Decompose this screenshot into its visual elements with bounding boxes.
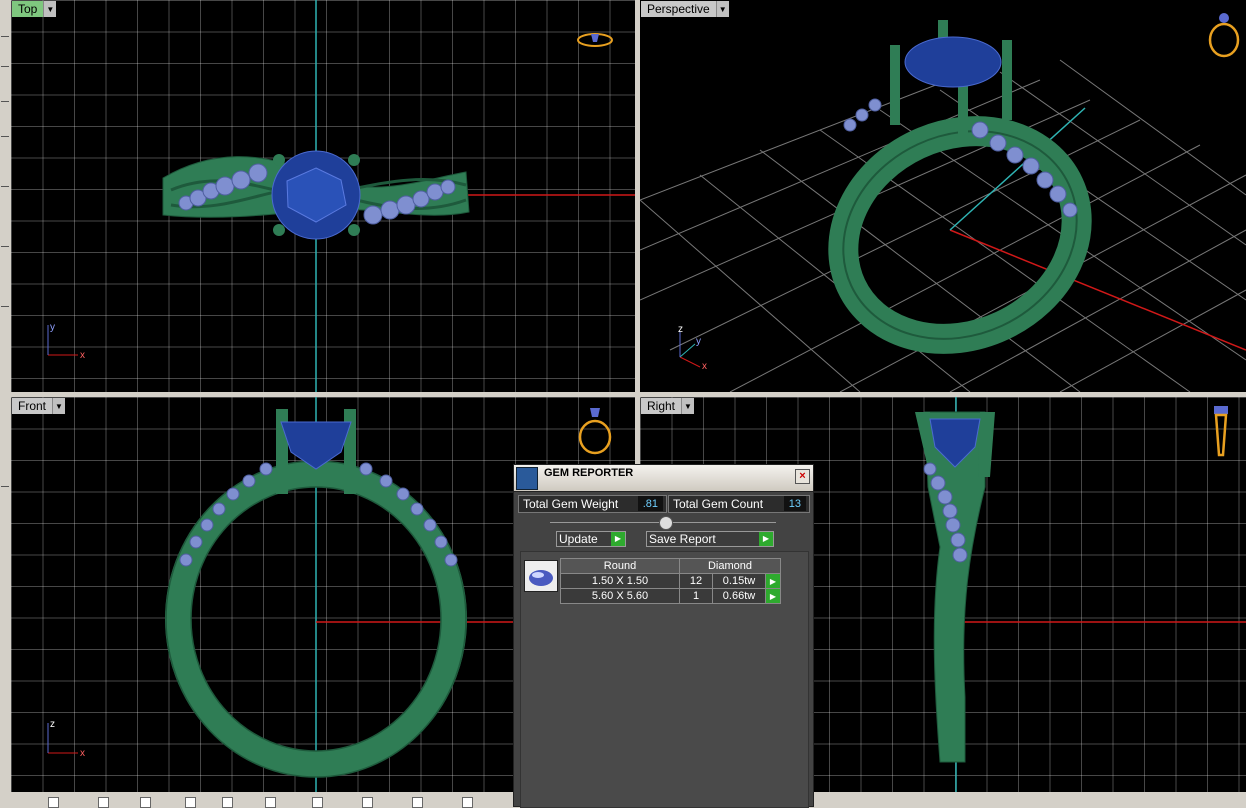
play-arrow-icon: ▶ (611, 532, 625, 546)
osnap-checkbox[interactable] (98, 797, 109, 808)
table-row[interactable]: 1.50 X 1.50 12 0.15tw ▶ (560, 573, 781, 589)
osnap-checkbox[interactable] (312, 797, 323, 808)
viewport-perspective[interactable]: Perspective ▼ z y x (640, 0, 1246, 392)
left-toolbar[interactable] (0, 0, 10, 805)
size-slider-knob[interactable] (659, 516, 673, 530)
round-diamond-icon (524, 560, 558, 592)
total-gem-count-field: Total Gem Count 13 (668, 495, 810, 513)
svg-text:x: x (80, 350, 85, 360)
top-view-scene (162, 0, 635, 392)
toolbar-tick[interactable] (1, 130, 9, 137)
total-gem-count-value: 13 (783, 496, 806, 511)
gem-list: Round Diamond 1.50 X 1.50 12 0.15tw ▶ 5.… (520, 551, 809, 808)
toolbar-tick[interactable] (1, 60, 9, 67)
total-gem-weight-field: Total Gem Weight .81 (518, 495, 667, 513)
osnap-checkbox[interactable] (222, 797, 233, 808)
ring-nav-icon[interactable] (1208, 405, 1238, 460)
toolbar-tick[interactable] (1, 95, 9, 102)
gem-reporter-panel: GEM REPORTER × Total Gem Weight .81 Tota… (513, 464, 814, 808)
ring-nav-icon[interactable] (1204, 10, 1244, 60)
gem-reporter-header[interactable]: GEM REPORTER × (514, 465, 813, 492)
axis-triad-front: z x (47, 719, 85, 759)
osnap-checkbox[interactable] (412, 797, 423, 808)
toolbar-tick[interactable] (1, 180, 9, 187)
osnap-checkbox[interactable] (462, 797, 473, 808)
osnap-checkbox[interactable] (140, 797, 151, 808)
axis-triad-perspective: z y x (678, 324, 707, 372)
select-row-arrow-icon[interactable]: ▶ (765, 588, 781, 604)
ring-nav-icon[interactable] (575, 405, 615, 455)
osnap-checkbox[interactable] (362, 797, 373, 808)
total-gem-weight-value: .81 (637, 496, 663, 511)
dropdown-arrow-icon[interactable]: ▼ (43, 1, 57, 17)
perspective-view-scene (640, 20, 1246, 392)
toolbar-tick[interactable] (1, 300, 9, 307)
center-stone-perspective (904, 36, 1002, 88)
dropdown-arrow-icon[interactable]: ▼ (681, 398, 695, 414)
save-report-button[interactable]: Save Report ▶ (646, 531, 774, 547)
select-row-arrow-icon[interactable]: ▶ (765, 573, 781, 589)
update-button[interactable]: Update ▶ (556, 531, 626, 547)
osnap-checkbox[interactable] (48, 797, 59, 808)
svg-text:y: y (696, 336, 701, 347)
gem-shape-header: Round (560, 558, 680, 574)
center-stone-front (280, 421, 352, 470)
viewport-label-top[interactable]: Top ▼ (12, 1, 57, 17)
svg-text:y: y (50, 322, 55, 333)
dropdown-arrow-icon[interactable]: ▼ (52, 398, 66, 414)
viewport-splitter-horizontal[interactable] (11, 392, 1246, 397)
osnap-checkbox[interactable] (185, 797, 196, 808)
table-row[interactable]: 5.60 X 5.60 1 0.66tw ▶ (560, 588, 781, 604)
viewport-label-front[interactable]: Front ▼ (12, 398, 66, 414)
svg-text:x: x (80, 748, 85, 759)
viewport-top[interactable]: Top ▼ y x (11, 0, 635, 392)
toolbar-tick[interactable] (1, 480, 9, 487)
play-arrow-icon: ▶ (759, 532, 773, 546)
gem-reporter-title: GEM REPORTER (544, 467, 634, 479)
svg-text:z: z (678, 324, 683, 335)
viewport-label-perspective[interactable]: Perspective ▼ (641, 1, 729, 17)
gem-table: Round Diamond 1.50 X 1.50 12 0.15tw ▶ 5.… (560, 558, 781, 604)
toolbar-tick[interactable] (1, 30, 9, 37)
close-icon[interactable]: × (795, 469, 810, 484)
osnap-checkbox[interactable] (265, 797, 276, 808)
axis-triad-top: y x (47, 322, 85, 360)
svg-text:z: z (50, 719, 55, 730)
gem-reporter-logo-icon (516, 467, 538, 490)
dropdown-arrow-icon[interactable]: ▼ (715, 1, 729, 17)
viewport-label-right[interactable]: Right ▼ (641, 398, 695, 414)
ring-nav-icon[interactable] (575, 30, 615, 50)
svg-text:x: x (702, 361, 707, 372)
toolbar-tick[interactable] (1, 240, 9, 247)
gem-material-header: Diamond (679, 558, 781, 574)
